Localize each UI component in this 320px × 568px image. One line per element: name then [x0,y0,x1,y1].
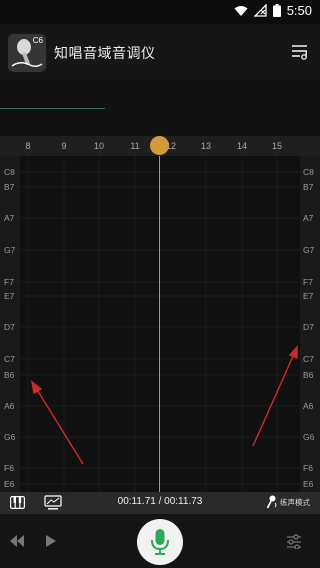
ruler-tick: 13 [200,141,212,151]
ruler-tick: 10 [93,141,105,151]
play-icon[interactable] [45,534,57,548]
ruler-tick: 11 [130,141,140,151]
note-label: G6 [4,432,16,442]
note-label: A7 [303,213,314,223]
ruler-tick: 14 [236,141,248,151]
note-label: D7 [4,322,15,332]
signal-blocked-icon [253,4,267,17]
note-label: A7 [4,213,15,223]
battery-icon [272,4,281,17]
note-label: B6 [4,370,15,380]
note-axis-left: C8 B7 A7 G7 F7 E7 D7 C7 B6 A6 G6 F6 E6 [0,156,20,492]
record-mic-button[interactable] [137,519,183,565]
note-label: G6 [303,432,315,442]
wifi-icon [234,5,248,16]
note-label: E7 [303,291,314,301]
note-label: B7 [303,182,314,192]
playlist-menu-icon[interactable] [290,42,310,62]
note-label: B7 [4,182,15,192]
pitch-graph[interactable]: C8 B7 A7 G7 F7 E7 D7 C7 B6 A6 G6 F6 E6 C… [0,156,320,492]
singer-mic-icon [266,495,277,509]
ruler-tick: 15 [271,141,283,151]
note-label: C8 [4,167,15,177]
note-label: F6 [303,463,313,473]
annotation-arrow [252,345,298,447]
note-label: F7 [4,277,14,287]
equalizer-settings-icon[interactable] [286,534,302,549]
playback-controls [0,514,320,568]
note-label: G7 [303,245,315,255]
pitch-grid [20,156,300,492]
note-label: B6 [303,370,314,380]
microphone-icon [151,529,169,555]
status-bar: 5:50 [0,0,320,24]
note-label: F7 [303,277,313,287]
waveform-area [0,80,320,136]
ruler-tick: 8 [25,141,31,151]
note-label: A6 [4,401,15,411]
app-icon-label: C6 [32,36,43,45]
note-label: F6 [4,463,14,473]
note-label: C7 [303,354,314,364]
note-axis-right: C8 B7 A7 G7 F7 E7 D7 C7 B6 A6 G6 F6 E6 [300,156,320,492]
practice-mode-label: 练声模式 [280,497,310,507]
status-time: 5:50 [286,3,312,18]
app-logo: C6 [8,34,46,72]
playback-info-bar: 00:11.71 / 00:11.73 练声模式 [0,492,320,514]
note-label: C8 [303,167,314,177]
ruler-tick: 9 [61,141,67,151]
app-title: 知唱音域音调仪 [54,46,156,62]
playhead-handle[interactable] [150,136,169,155]
app-bar: C6 知唱音域音调仪 [0,24,320,80]
practice-mode-button[interactable]: 练声模式 [266,495,310,509]
waveform-line [0,108,105,109]
note-label: E6 [303,479,314,489]
note-label: G7 [4,245,16,255]
note-label: C7 [4,354,15,364]
rewind-icon[interactable] [9,534,25,548]
note-label: A6 [303,401,314,411]
note-label: D7 [303,322,314,332]
status-icons: 5:50 [234,3,312,18]
annotation-arrow [30,380,84,465]
note-label: E6 [4,479,15,489]
note-label: E7 [4,291,15,301]
